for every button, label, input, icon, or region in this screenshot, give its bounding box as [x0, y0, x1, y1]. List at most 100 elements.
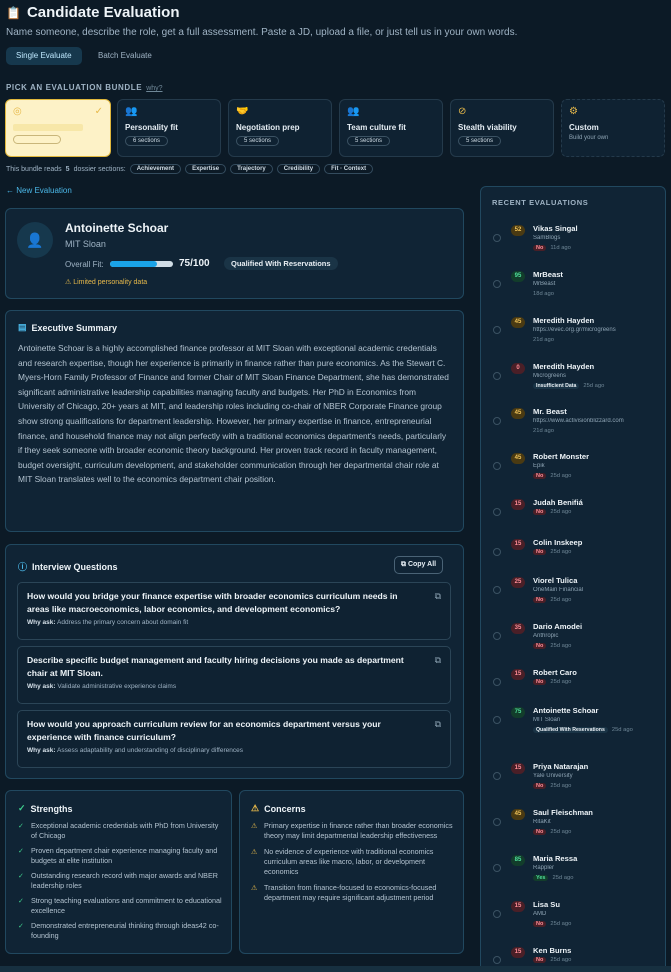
bundle-card-stealth[interactable]: ⊘ Stealth viability 5 sections: [450, 99, 554, 157]
question-text: Describe specific budget management and …: [27, 655, 404, 678]
evaluation-meta: No 25d ago: [533, 957, 571, 963]
list-item[interactable]: 45 Mr. Beast https://www.activisionblizzar…: [492, 407, 662, 451]
select-radio[interactable]: [493, 462, 501, 470]
select-radio[interactable]: [493, 818, 501, 826]
copy-icon[interactable]: ⧉: [435, 591, 441, 602]
verdict-badge: No: [533, 783, 547, 789]
copy-icon[interactable]: ⧉: [435, 719, 441, 730]
candidate-org: MIT Sloan: [65, 239, 106, 249]
select-radio[interactable]: [493, 910, 501, 918]
evaluation-meta: No 25d ago: [533, 921, 571, 927]
tab-single-evaluate[interactable]: Single Evaluate: [6, 47, 82, 65]
select-radio[interactable]: [493, 548, 501, 556]
fit-score: 75/100: [179, 258, 210, 269]
eye-off-icon: ⊘: [458, 106, 467, 117]
check-icon: ✓: [18, 846, 25, 855]
evaluation-name: Colin Inskeep: [533, 538, 583, 547]
bundle-reads-line: This bundle reads 5 dossier sections: Achi…: [6, 164, 374, 174]
evaluation-name: Vikas Singal: [533, 224, 578, 233]
list-item[interactable]: 15 Priya Natarajan Yale University No 25d ag…: [492, 762, 662, 806]
timestamp: 11d ago: [550, 245, 571, 251]
list-item[interactable]: 52 Vikas Singal SamBlogs No 11d ago: [492, 224, 662, 268]
list-item[interactable]: 95 MrBeast MrBeast 18d ago: [492, 270, 662, 314]
status-badge: Qualified With Reservations: [224, 257, 338, 270]
handshake-icon: 🤝: [236, 106, 249, 117]
verdict-badge: No: [533, 245, 547, 251]
user-icon: 👤: [26, 232, 44, 248]
select-radio[interactable]: [493, 508, 501, 516]
evaluation-name: Antoinette Schoar: [533, 706, 599, 715]
list-item[interactable]: 0 Meredith Hayden Microgreens Insufficient …: [492, 362, 662, 406]
chip-trajectory: Trajectory: [230, 164, 273, 174]
list-item[interactable]: 35 Dario Amodei Anthropic No 25d ago: [492, 622, 662, 666]
sliders-icon: ⚙: [569, 106, 578, 117]
check-icon: ✓: [18, 921, 25, 930]
bundle-card-selected[interactable]: ◎ ✓: [5, 99, 111, 157]
bundle-card-personality[interactable]: 👥 Personality fit 6 sections: [117, 99, 221, 157]
evaluation-meta: No 25d ago: [533, 829, 571, 835]
bottom-scroll-bar[interactable]: [0, 966, 671, 972]
score-badge: 35: [511, 623, 525, 634]
list-item[interactable]: 15 Judah Benifiá No 25d ago: [492, 498, 662, 542]
select-radio[interactable]: [493, 632, 501, 640]
evaluation-meta: No 25d ago: [533, 783, 571, 789]
list-item[interactable]: 45 Meredith Hayden https://evec.org.gr/mic…: [492, 316, 662, 360]
select-radio[interactable]: [493, 772, 501, 780]
verdict-badge: No: [533, 549, 547, 555]
evaluation-org: Anthropic: [533, 633, 559, 639]
select-radio[interactable]: [493, 372, 501, 380]
list-item[interactable]: 45 Robert Monster Epik No 25d ago: [492, 452, 662, 496]
select-radio[interactable]: [493, 234, 501, 242]
chip-achievement: Achievement: [129, 164, 182, 174]
check-icon: ✓: [18, 871, 25, 880]
bundle-card-team-culture[interactable]: 👥 Team culture fit 5 sections: [339, 99, 443, 157]
select-radio[interactable]: [493, 417, 501, 425]
evaluation-meta: Qualified With Reservations 25d ago: [533, 727, 633, 733]
select-radio[interactable]: [493, 326, 501, 334]
evaluation-meta: Yes 25d ago: [533, 875, 573, 881]
copy-icon[interactable]: ⧉: [435, 655, 441, 666]
fit-label: Overall Fit:: [65, 260, 104, 269]
verdict-badge: No: [533, 643, 547, 649]
question-why: Why ask: Address the primary concern abo…: [27, 619, 189, 626]
tab-batch-evaluate[interactable]: Batch Evaluate: [88, 47, 162, 65]
bundle-title: Negotiation prep: [236, 123, 300, 132]
list-item[interactable]: 25 Viorel Tulica OneMain Financial No 25d ag…: [492, 576, 662, 620]
bundle-subtitle: Build your own: [569, 135, 609, 141]
evaluation-name: Ken Burns: [533, 946, 572, 955]
check-icon: ✓: [18, 821, 25, 830]
copy-all-button[interactable]: ⧉ Copy All: [394, 556, 444, 574]
list-item: ✓ Demonstrated entrepreneurial thinking t…: [18, 921, 219, 940]
timestamp: 25d ago: [550, 783, 572, 789]
select-radio[interactable]: [493, 678, 501, 686]
select-radio[interactable]: [493, 956, 501, 964]
select-radio[interactable]: [493, 864, 501, 872]
select-radio[interactable]: [493, 586, 501, 594]
evaluation-org: Yale University: [533, 773, 573, 779]
warning-icon: ⚠: [251, 883, 258, 892]
evaluation-meta: No 25d ago: [533, 643, 571, 649]
bundle-card-negotiation[interactable]: 🤝 Negotiation prep 5 sections: [228, 99, 332, 157]
select-radio[interactable]: [493, 716, 501, 724]
fit-progress-bar: [110, 261, 173, 267]
timestamp: 25d ago: [611, 727, 633, 733]
evaluation-name: Saul Fleischman: [533, 808, 593, 817]
evaluation-meta: 18d ago: [533, 291, 554, 297]
list-item[interactable]: 45 Saul Fleischman RitaKit No 25d ago: [492, 808, 662, 852]
evaluation-meta: Insufficient Data 25d ago: [533, 383, 604, 389]
list-item[interactable]: 85 Maria Ressa Rappler Yes 25d ago: [492, 854, 662, 898]
bundle-card-custom[interactable]: ⚙ Custom Build your own: [561, 99, 665, 157]
select-radio[interactable]: [493, 280, 501, 288]
new-evaluation-link[interactable]: ← New Evaluation: [6, 186, 72, 195]
verdict-badge: No: [533, 679, 547, 685]
timestamp: 25d ago: [550, 473, 572, 479]
score-badge: 52: [511, 225, 525, 236]
why-link[interactable]: why?: [146, 85, 162, 92]
avatar: 👤: [17, 222, 53, 258]
bundle-pill-placeholder: [13, 135, 61, 144]
page-subtitle: Name someone, describe the role, get a f…: [6, 27, 518, 38]
list-item[interactable]: 15 Lisa Su AMD No 25d ago: [492, 900, 662, 944]
list-item[interactable]: 75 Antoinette Schoar MIT Sloan Qualified Wi…: [492, 706, 662, 750]
verdict-badge: Insufficient Data: [533, 383, 580, 389]
list-item: ✓ Proven department chair experience mana…: [18, 846, 218, 865]
